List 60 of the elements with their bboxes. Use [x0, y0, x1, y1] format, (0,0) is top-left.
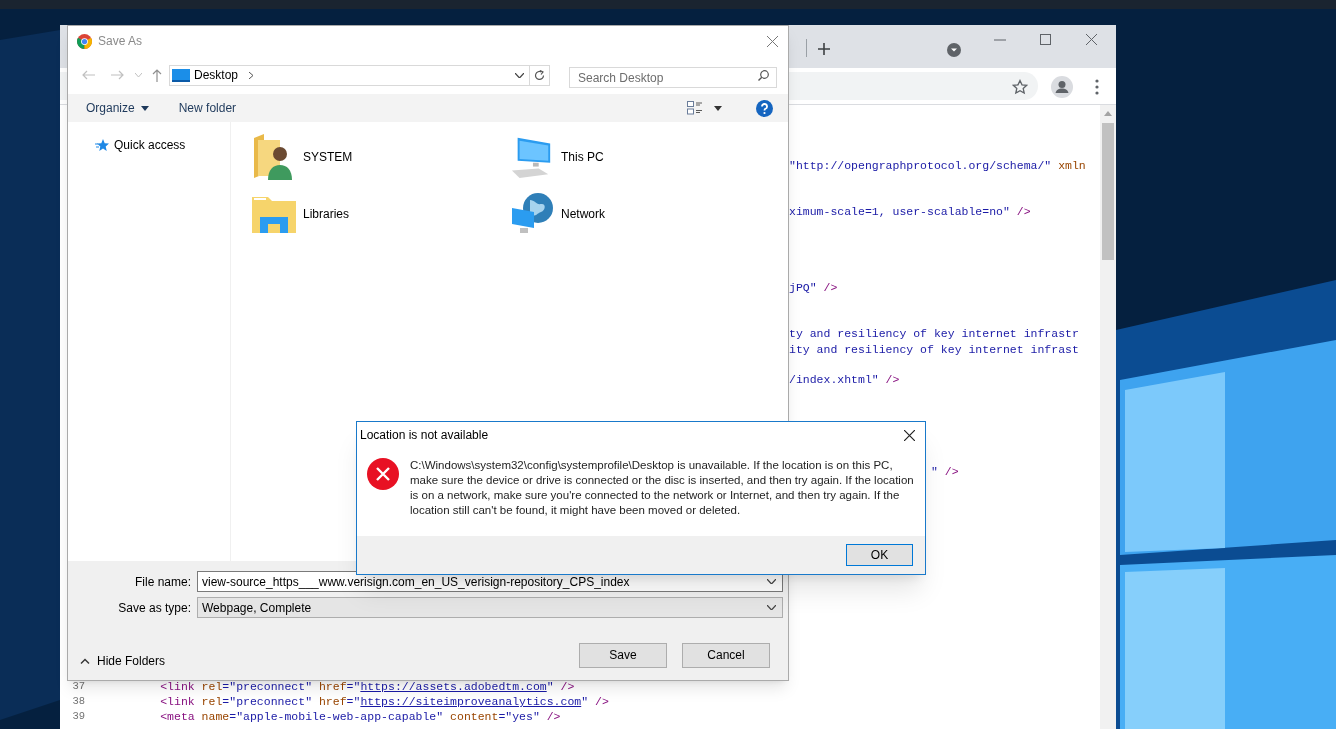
- organize-menu[interactable]: Organize: [86, 99, 149, 117]
- folder-item[interactable]: Libraries: [252, 191, 510, 237]
- tab-search-icon[interactable]: [947, 43, 961, 57]
- chevron-down-icon[interactable]: [767, 579, 776, 584]
- ok-button[interactable]: OK: [846, 544, 913, 566]
- help-icon[interactable]: [756, 99, 773, 117]
- code-text: "http://opengraphprotocol.org/schema/" xmln: [789, 157, 1086, 173]
- chevron-up-icon: [80, 658, 90, 664]
- libraries-folder-icon: [252, 195, 296, 233]
- address-text: Desktop: [194, 67, 239, 84]
- hide-folders-button[interactable]: Hide Folders: [80, 652, 166, 670]
- menu-icon[interactable]: [1095, 79, 1099, 95]
- line-number: 37: [72, 679, 85, 692]
- file-name-label: File name:: [133, 573, 191, 591]
- profile-avatar-icon[interactable]: [1051, 76, 1073, 98]
- code-text: <meta name="apple-mobile-web-app-capable" content="yes" />: [159, 709, 561, 725]
- star-icon[interactable]: [1012, 79, 1028, 95]
- chevron-down-icon: [767, 605, 776, 610]
- chevron-down-icon[interactable]: [515, 72, 524, 78]
- line-number: 38: [72, 695, 85, 708]
- toolbar-button[interactable]: New folder: [178, 99, 237, 117]
- scrollbar-thumb[interactable]: [1102, 123, 1114, 260]
- error-icon: [367, 458, 399, 490]
- scrollbar[interactable]: [1100, 105, 1116, 729]
- code-text: " />: [931, 464, 959, 480]
- new-tab-icon[interactable]: [817, 42, 831, 56]
- code-text: ximum-scale=1, user-scalable=no" />: [789, 203, 1031, 219]
- dialog-title: Save As: [98, 33, 143, 50]
- dialog-title: Location is not available: [360, 427, 489, 444]
- save-as-type-label: Save as type:: [117, 599, 191, 617]
- desktop-icon: [172, 68, 190, 82]
- code-text: ity and resiliency of key internet infrast: [789, 341, 1079, 357]
- code-text: <link rel="preconnect" href="https://siteimproveanalytics.com" />: [159, 694, 609, 710]
- maximize-icon[interactable]: [1040, 34, 1051, 45]
- file-name-text: view-source_https___www.verisign.com_en_US_verisign-repository_CPS_index: [202, 573, 631, 591]
- save-as-type-dropdown[interactable]: Webpage, Complete: [197, 597, 783, 618]
- network-icon: [510, 192, 554, 236]
- folder-item[interactable]: SYSTEM: [252, 134, 510, 180]
- error-message: C:\Windows\system32\config\systemprofile\Desktop is unavailable. If the location is on this PC, make sure the device or drive is connected or the disc is inserted, and then try again. If the location is on a network, make sure you're connected to the network or Internet, and then try again. If the location still can't be found, it might have been moved or deleted.: [410, 458, 915, 518]
- code-text: /index.xhtml" />: [789, 372, 900, 388]
- refresh-icon: [534, 69, 545, 81]
- star-icon: [95, 138, 109, 152]
- refresh-button[interactable]: [530, 64, 550, 86]
- code-text: ty and resiliency of key internet infrastr: [789, 326, 1079, 342]
- view-options-icon[interactable]: [687, 101, 703, 115]
- code-text: jPQ" />: [789, 280, 838, 296]
- folder-item[interactable]: Network: [510, 191, 788, 237]
- close-icon[interactable]: [904, 429, 915, 441]
- search-field[interactable]: Search Desktop: [569, 67, 777, 88]
- up-arrow-icon[interactable]: [152, 68, 162, 82]
- code-text: <link rel="preconnect" href="https://assets.adobedtm.com" />: [159, 678, 575, 695]
- chrome-logo-icon: [77, 33, 92, 49]
- cancel-button[interactable]: Cancel: [682, 642, 770, 668]
- chevron-right-icon[interactable]: [249, 71, 254, 79]
- address-field[interactable]: Desktop: [169, 64, 530, 86]
- line-number: 39: [72, 710, 85, 723]
- quick-access-item[interactable]: Quick access: [95, 136, 230, 154]
- save-button[interactable]: Save: [579, 642, 667, 668]
- folder-item[interactable]: This PC: [510, 134, 788, 180]
- search-icon: [758, 69, 769, 81]
